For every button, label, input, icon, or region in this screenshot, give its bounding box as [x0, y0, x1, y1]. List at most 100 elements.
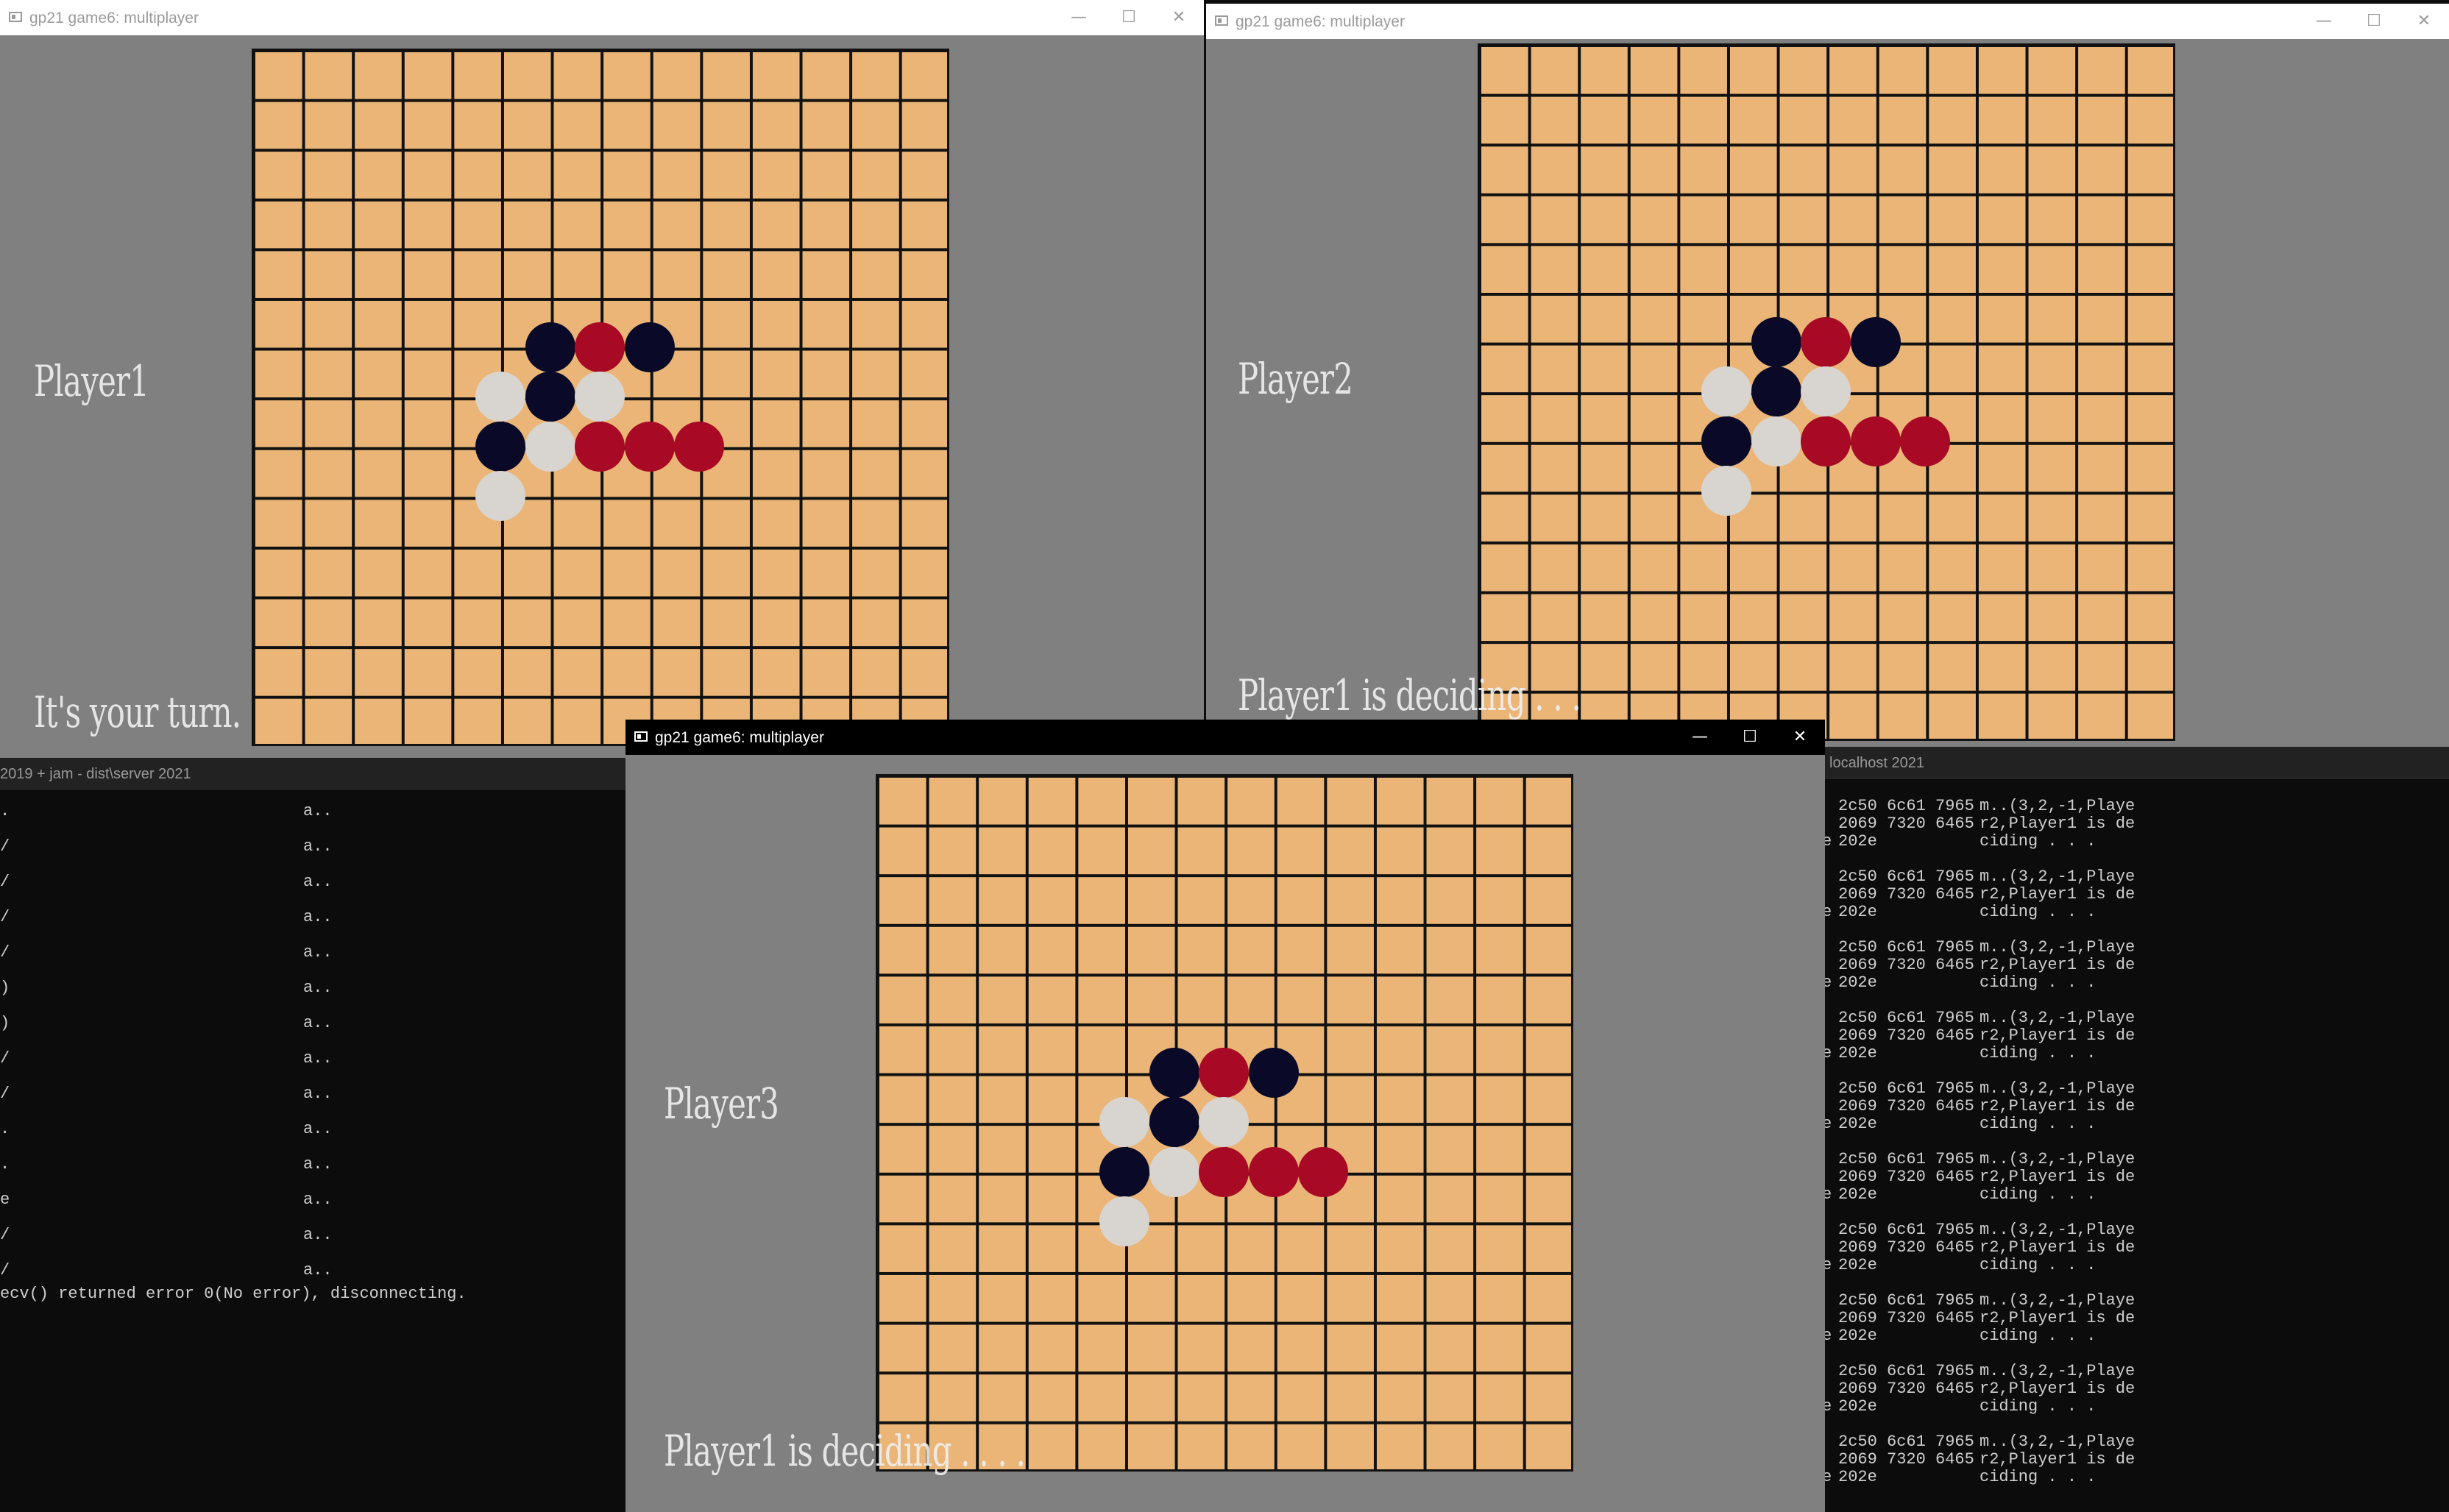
- minimize-button[interactable]: —: [1054, 0, 1104, 35]
- maximize-button[interactable]: ☐: [1725, 720, 1775, 755]
- console-line-text: a..: [303, 837, 333, 856]
- close-button[interactable]: ✕: [2399, 4, 2449, 39]
- red-stone: [575, 421, 625, 472]
- console-line-prefix: /: [0, 1261, 10, 1279]
- console-hex-dump: 2069 7320 6465: [1838, 814, 1974, 833]
- red-stone: [1199, 1047, 1250, 1098]
- red-stone: [1801, 316, 1851, 367]
- console-hex-dump: 2c50 6c61 7965: [1838, 1009, 1974, 1027]
- black-stone: [624, 322, 675, 372]
- app-icon: [9, 12, 22, 22]
- console-ascii-dump: r2,Player1 is de: [1980, 1380, 2136, 1398]
- console-hex-dump: 2c50 6c61 7965: [1838, 1150, 1974, 1168]
- console-line-text: a..: [303, 1085, 333, 1103]
- maximize-button[interactable]: ☐: [1104, 0, 1154, 35]
- window-title: gp21 game6: multiplayer: [1236, 13, 1405, 30]
- red-stone: [1248, 1146, 1299, 1197]
- black-stone: [1751, 366, 1801, 417]
- console-hex-dump: 2069 7320 6465: [1838, 1238, 1974, 1257]
- console-ascii-dump: m..(3,2,-1,Playe: [1980, 1362, 2136, 1380]
- gomoku-board[interactable]: [876, 774, 1573, 1472]
- black-stone: [1099, 1146, 1149, 1197]
- red-stone: [1900, 416, 1951, 466]
- minimize-button[interactable]: —: [2299, 4, 2349, 39]
- console-ascii-dump: ciding . . .: [1980, 1185, 2097, 1204]
- console-hex-dump: 202e: [1838, 1397, 1877, 1416]
- white-stone: [1701, 466, 1751, 517]
- console-line-prefix: e: [0, 1190, 10, 1209]
- console-line-text: a..: [303, 1014, 333, 1032]
- turn-status-label: Player1 is deciding . . . .: [664, 1426, 1026, 1476]
- console-ascii-dump: r2,Player1 is de: [1980, 1238, 2136, 1257]
- console-ascii-dump: ciding . . .: [1980, 1115, 2097, 1133]
- console-ascii-dump: m..(3,2,-1,Playe: [1980, 1221, 2136, 1239]
- red-stone: [624, 421, 675, 472]
- console-hex-dump: 202e: [1838, 832, 1877, 851]
- console-line-text: a..: [303, 979, 333, 997]
- console-hex-dump: 202e: [1838, 973, 1877, 992]
- console-line-prefix: .: [0, 802, 10, 820]
- app-icon: [634, 731, 648, 742]
- console-title[interactable]: localhost 2021: [1822, 747, 2449, 779]
- console-line-prefix: /: [0, 943, 10, 962]
- console-hex-dump: 2c50 6c61 7965: [1838, 1291, 1974, 1310]
- window-titlebar[interactable]: gp21 game6: multiplayer — ☐ ✕: [625, 720, 1825, 755]
- console-ascii-dump: m..(3,2,-1,Playe: [1980, 1009, 2136, 1027]
- console-hex-dump: 2069 7320 6465: [1838, 1309, 1974, 1327]
- console-ascii-dump: ciding . . .: [1980, 903, 2097, 921]
- console-ascii-dump: r2,Player1 is de: [1980, 1450, 2136, 1469]
- console-title[interactable]: 2019 + jam - dist\server 2021: [0, 758, 625, 790]
- white-stone: [1099, 1097, 1149, 1148]
- console-hex-dump: 2069 7320 6465: [1838, 956, 1974, 974]
- close-button[interactable]: ✕: [1154, 0, 1204, 35]
- close-button[interactable]: ✕: [1775, 720, 1825, 755]
- console-ascii-dump: ciding . . .: [1980, 832, 2097, 851]
- gomoku-board[interactable]: [1478, 43, 2175, 741]
- game-window-player1: gp21 game6: multiplayer — ☐ ✕ Player1 It…: [0, 0, 1204, 758]
- game-canvas: Player3 Player1 is deciding . . . .: [625, 755, 1825, 1512]
- red-stone: [1850, 416, 1901, 466]
- console-hex-dump: 2069 7320 6465: [1838, 1168, 1974, 1186]
- console-ascii-dump: r2,Player1 is de: [1980, 1309, 2136, 1327]
- console-hex-dump: 2c50 6c61 7965: [1838, 938, 1974, 956]
- console-hex-dump: 2069 7320 6465: [1838, 1097, 1974, 1115]
- console-hex-dump: 202e: [1838, 1327, 1877, 1345]
- red-stone: [1801, 416, 1851, 466]
- console-ascii-dump: ciding . . .: [1980, 973, 2097, 992]
- minimize-button[interactable]: —: [1675, 720, 1725, 755]
- red-stone: [1298, 1146, 1349, 1197]
- console-error-line: ecv() returned error 0(No error), discon…: [0, 1285, 467, 1303]
- console-hex-dump: 202e: [1838, 1044, 1877, 1062]
- app-icon: [1215, 15, 1228, 26]
- game-canvas: Player2 Player1 is deciding . . .: [1206, 39, 2449, 747]
- client-console-window: localhost 2021 2c50 6c61 7965 m..(3,2,-1,…: [1822, 747, 2449, 1512]
- console-hex-dump: 2069 7320 6465: [1838, 1380, 1974, 1398]
- console-hex-dump: 202e: [1838, 1468, 1877, 1486]
- window-titlebar[interactable]: gp21 game6: multiplayer — ☐ ✕: [0, 0, 1204, 35]
- turn-status-label: Player1 is deciding . . .: [1238, 670, 1581, 720]
- white-stone: [525, 421, 575, 472]
- white-stone: [1801, 366, 1851, 417]
- maximize-button[interactable]: ☐: [2349, 4, 2399, 39]
- window-titlebar[interactable]: gp21 game6: multiplayer — ☐ ✕: [1206, 4, 2449, 39]
- console-ascii-dump: r2,Player1 is de: [1980, 814, 2136, 833]
- console-hex-dump: 2069 7320 6465: [1838, 885, 1974, 904]
- gomoku-board[interactable]: [252, 49, 949, 746]
- console-ascii-dump: ciding . . .: [1980, 1256, 2097, 1274]
- console-line-text: a..: [303, 1226, 333, 1244]
- black-stone: [525, 372, 575, 422]
- white-stone: [475, 372, 525, 422]
- console-hex-dump: 2c50 6c61 7965: [1838, 797, 1974, 815]
- console-line-text: a..: [303, 873, 333, 891]
- black-stone: [1149, 1047, 1199, 1098]
- console-line-prefix: /: [0, 1085, 10, 1103]
- console-hex-dump: 202e: [1838, 1185, 1877, 1204]
- console-title-text: 2019 + jam - dist\server 2021: [0, 766, 191, 782]
- black-stone: [525, 322, 575, 372]
- console-line-prefix: /: [0, 908, 10, 926]
- console-line-prefix: /: [0, 1049, 10, 1068]
- console-hex-dump: 202e: [1838, 903, 1877, 921]
- white-stone: [1701, 366, 1751, 417]
- black-stone: [1850, 316, 1901, 367]
- console-ascii-dump: r2,Player1 is de: [1980, 885, 2136, 904]
